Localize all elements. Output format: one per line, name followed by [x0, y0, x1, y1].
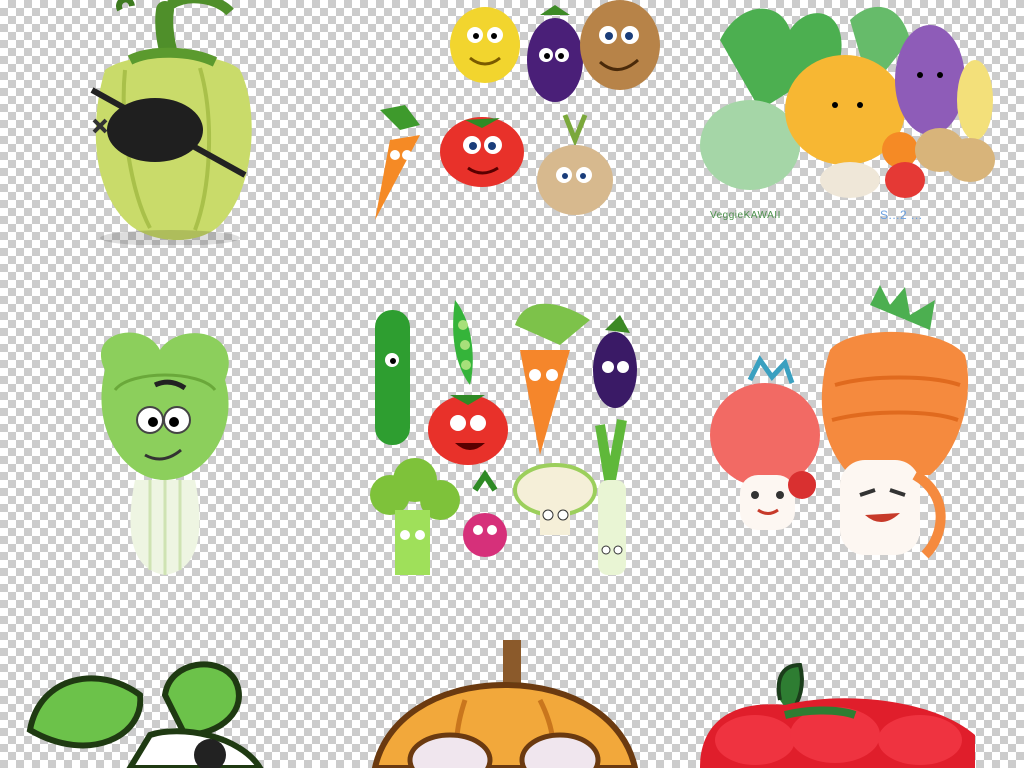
- green-leaf-character-icon: [26, 661, 264, 768]
- pirate-bell-pepper-icon: [90, 0, 252, 245]
- bok-choy-character-icon: [100, 332, 229, 575]
- red-pepper-character-icon: [700, 662, 975, 768]
- watermark-left: VeggieKAWAII: [710, 210, 781, 221]
- radish-carrot-characters-icon: [710, 285, 969, 559]
- vegetable-friends-group-icon: [375, 0, 660, 220]
- watermark-right: S...2 ...: [880, 208, 923, 222]
- pumpkin-character-icon: [371, 640, 639, 768]
- kawaii-vegetable-pile-icon: [700, 6, 995, 198]
- vegetable-characters-set-icon: [370, 300, 637, 575]
